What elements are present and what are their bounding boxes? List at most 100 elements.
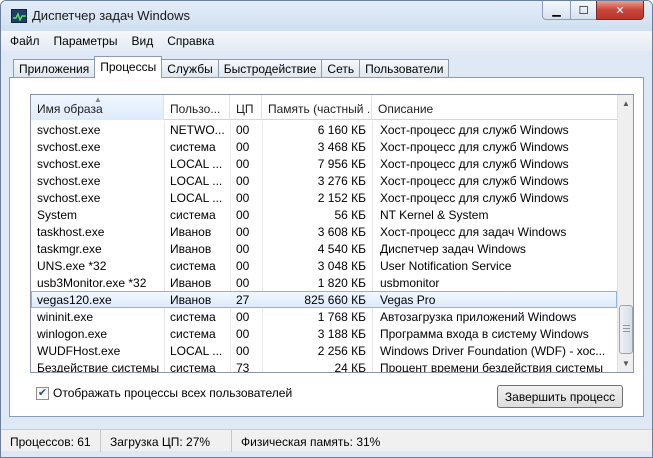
process-memory-cell: 7 956 КБ [317, 157, 366, 171]
close-button[interactable]: ✕ [596, 1, 644, 20]
process-name-cell: UNS.exe *32 [37, 259, 107, 273]
process-description-cell: Хост-процесс для служб Windows [380, 191, 569, 205]
process-memory-cell: 2 256 КБ [317, 344, 366, 358]
task-manager-window: Диспетчер задач Windows ▁ ☐ ✕ Файл Парам… [0, 0, 653, 458]
process-cpu-cell: 00 [236, 191, 250, 205]
tab-performance[interactable]: Быстродействие [217, 59, 323, 78]
process-name-cell: Бездействие системы [37, 361, 160, 373]
process-description-cell: Хост-процесс для служб Windows [380, 157, 569, 171]
process-user-cell: Иванов [170, 225, 212, 239]
maximize-icon: ☐ [578, 4, 589, 17]
process-user-cell: система [170, 208, 216, 222]
process-description-cell: Хост-процесс для служб Windows [380, 123, 569, 137]
column-header-user[interactable]: Пользо... [164, 95, 230, 120]
process-row[interactable]: winlogon.exe система 00 3 188 КБ Программа в… [31, 325, 617, 342]
process-cpu-cell: 00 [236, 242, 250, 256]
process-description-cell: Windows Driver Foundation (WDF) - хос... [380, 344, 606, 358]
process-row[interactable]: svchost.exe LOCAL ... 00 2 152 КБ Хост-проце… [31, 189, 617, 206]
process-row[interactable]: WUDFHost.exe LOCAL ... 00 2 256 КБ Windows D… [31, 342, 617, 359]
process-row[interactable]: svchost.exe NETWO... 00 6 160 КБ Хост-процес… [31, 121, 617, 138]
process-user-cell: LOCAL ... [170, 174, 223, 188]
process-user-cell: NETWO... [170, 123, 225, 137]
process-memory-cell: 825 660 КБ [304, 293, 366, 307]
process-cpu-cell: 00 [236, 327, 250, 341]
process-description-cell: Диспетчер задач Windows [380, 242, 526, 256]
process-description-cell: Программа входа в систему Windows [380, 327, 589, 341]
process-row[interactable]: UNS.exe *32 система 00 3 048 КБ User Notific… [31, 257, 617, 274]
process-row[interactable]: usb3Monitor.exe *32 Иванов 00 1 820 КБ usbmo… [31, 274, 617, 291]
column-header-image-name[interactable]: ▲ Имя образа [31, 95, 164, 120]
process-name-cell: svchost.exe [37, 157, 101, 171]
menu-options[interactable]: Параметры [47, 31, 125, 51]
process-user-cell: система [170, 310, 216, 324]
process-user-cell: LOCAL ... [170, 157, 223, 171]
vertical-scrollbar[interactable]: ▲ ▼ [617, 95, 633, 372]
show-all-users-option[interactable]: ✔ Отображать процессы всех пользователей [36, 386, 292, 400]
column-header-description-label: Описание [378, 102, 434, 116]
column-header-user-label: Пользо... [170, 102, 221, 116]
process-cpu-cell: 00 [236, 259, 250, 273]
process-row[interactable]: Бездействие системы система 73 24 КБ Процент… [31, 359, 617, 373]
task-manager-app-icon [11, 9, 27, 23]
process-row[interactable]: taskmgr.exe Иванов 00 4 540 КБ Диспетчер зад… [31, 240, 617, 257]
process-cpu-cell: 00 [236, 123, 250, 137]
process-memory-cell: 3 048 КБ [317, 259, 366, 273]
process-memory-cell: 24 КБ [334, 361, 366, 373]
scroll-thumb[interactable] [619, 305, 633, 354]
show-all-users-checkbox[interactable]: ✔ [36, 386, 49, 400]
process-memory-cell: 6 160 КБ [317, 123, 366, 137]
process-cpu-cell: 00 [236, 310, 250, 324]
process-memory-cell: 3 608 КБ [317, 225, 366, 239]
process-description-cell: Vegas Pro [380, 293, 436, 307]
tab-services[interactable]: Службы [161, 59, 219, 78]
process-row[interactable]: wininit.exe система 00 1 768 КБ Автозагрузка… [31, 308, 617, 325]
column-header-cpu[interactable]: ЦП [230, 95, 262, 120]
process-cpu-cell: 00 [236, 157, 250, 171]
process-user-cell: LOCAL ... [170, 191, 223, 205]
process-row[interactable]: vegas120.exe Иванов 27 825 660 КБ Vegas Pro [31, 291, 617, 308]
process-row[interactable]: svchost.exe LOCAL ... 00 7 956 КБ Хост-проце… [31, 155, 617, 172]
checkmark-icon: ✔ [37, 386, 48, 399]
process-user-cell: LOCAL ... [170, 344, 223, 358]
process-name-cell: svchost.exe [37, 140, 101, 154]
maximize-button[interactable]: ☐ [570, 1, 597, 20]
process-user-cell: Иванов [170, 242, 212, 256]
process-memory-cell: 1 768 КБ [317, 310, 366, 324]
end-process-button[interactable]: Завершить процесс [497, 385, 623, 408]
menu-file[interactable]: Файл [1, 31, 47, 51]
tab-processes[interactable]: Процессы [94, 56, 163, 78]
tab-users[interactable]: Пользователи [359, 59, 450, 78]
process-description-cell: User Notification Service [380, 259, 512, 273]
process-description-cell: Процент времени бездействия системы [380, 361, 603, 373]
tab-applications[interactable]: Приложения [13, 59, 96, 78]
process-row[interactable]: taskhost.exe Иванов 00 3 608 КБ Хост-процесс… [31, 223, 617, 240]
process-row[interactable]: svchost.exe LOCAL ... 00 3 276 КБ Хост-проце… [31, 172, 617, 189]
process-memory-cell: 56 КБ [334, 208, 366, 222]
scroll-down-button[interactable]: ▼ [618, 355, 633, 372]
process-name-cell: wininit.exe [37, 310, 94, 324]
process-row[interactable]: System система 00 56 КБ NT Kernel & System [31, 206, 617, 223]
menu-help[interactable]: Справка [160, 31, 221, 51]
status-bar: Процессов: 61 Загрузка ЦП: 27% Физическа… [1, 429, 652, 452]
process-list[interactable]: ▲ Имя образа Пользо... ЦП Память (частны… [30, 94, 634, 373]
scroll-up-button[interactable]: ▲ [618, 95, 633, 112]
process-memory-cell: 3 276 КБ [317, 174, 366, 188]
minimize-button[interactable]: ▁ [542, 1, 571, 20]
process-cpu-cell: 00 [236, 174, 250, 188]
process-name-cell: svchost.exe [37, 174, 101, 188]
process-row[interactable]: svchost.exe система 00 3 468 КБ Хост-процесс… [31, 138, 617, 155]
scroll-up-icon: ▲ [622, 99, 630, 108]
process-memory-cell: 3 188 КБ [317, 327, 366, 341]
title-bar[interactable]: Диспетчер задач Windows ▁ ☐ ✕ [1, 1, 652, 31]
sort-ascending-icon: ▲ [94, 95, 102, 104]
process-user-cell: система [170, 259, 216, 273]
process-description-cell: Хост-процесс для задач Windows [380, 225, 567, 239]
process-name-cell: svchost.exe [37, 191, 101, 205]
process-cpu-cell: 00 [236, 140, 250, 154]
column-header-description[interactable]: Описание [372, 95, 617, 120]
tab-network[interactable]: Сеть [321, 59, 361, 78]
menu-view[interactable]: Вид [124, 31, 160, 51]
process-cpu-cell: 00 [236, 225, 250, 239]
column-header-memory[interactable]: Память (частный ... [262, 95, 372, 120]
process-user-cell: Иванов [170, 293, 212, 307]
